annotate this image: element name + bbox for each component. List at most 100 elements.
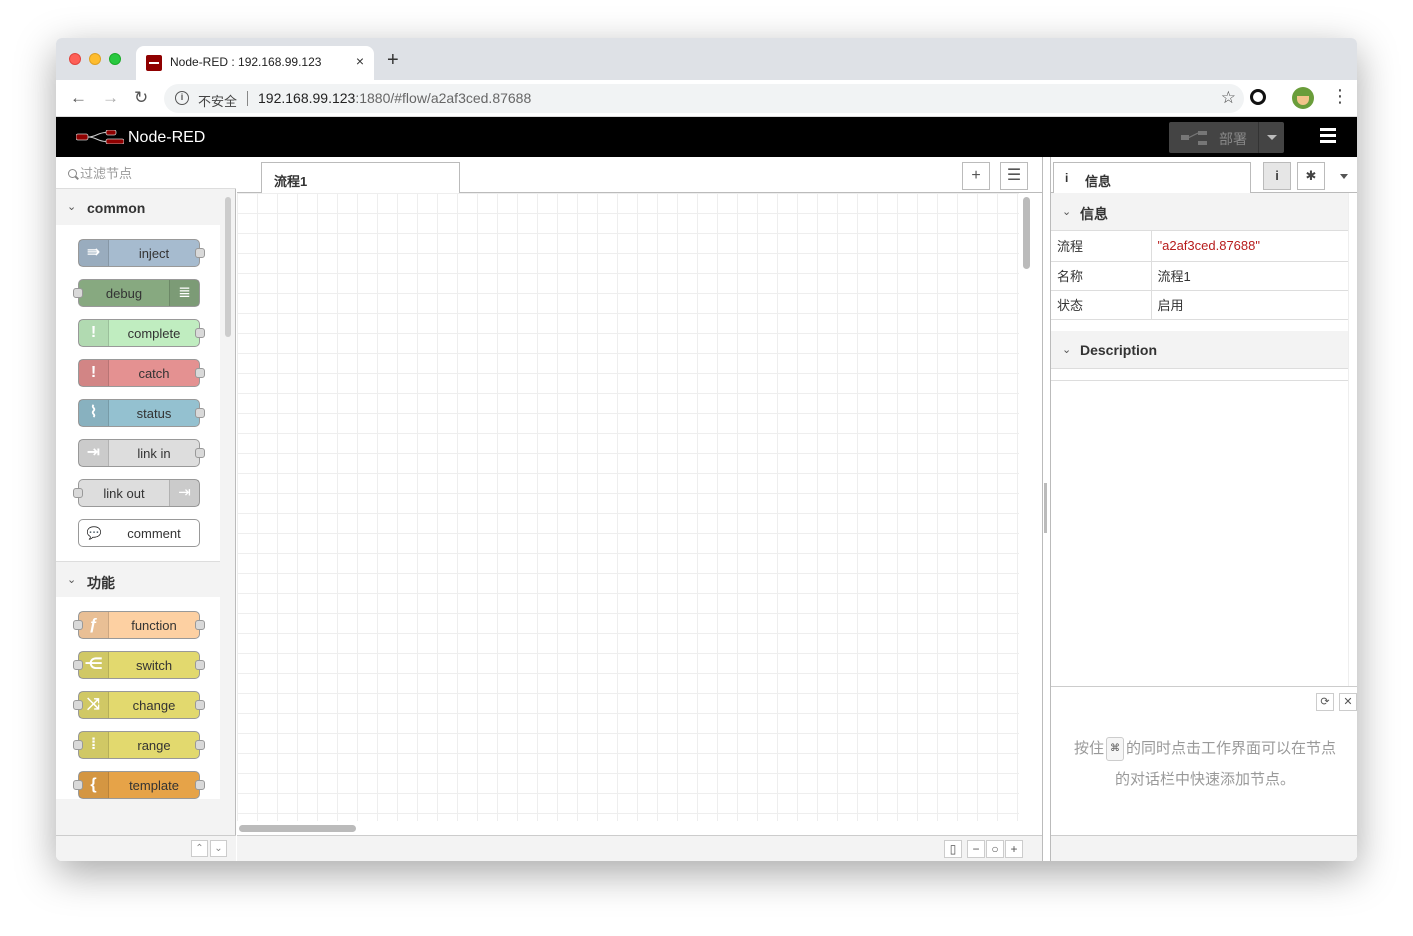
description-section-header[interactable]: ⌄ Description (1051, 330, 1348, 369)
input-port (73, 488, 83, 498)
site-info-icon[interactable]: i (175, 91, 189, 105)
close-tip-icon[interactable]: ✕ (1339, 693, 1357, 711)
browser-menu-icon[interactable]: ⋮ (1331, 86, 1349, 106)
collapse-all-icon[interactable]: ⌃ (191, 840, 208, 857)
sidebar-tabs-dropdown-icon[interactable] (1340, 174, 1348, 179)
forward-arrow-icon[interactable]: → (102, 88, 119, 108)
palette-node-range[interactable]: ⁞ range (73, 731, 205, 759)
info-value: "a2af3ced.87688" (1151, 231, 1348, 262)
palette-node-label: link out (103, 486, 145, 501)
deploy-options-caret[interactable] (1258, 122, 1284, 153)
debug-bug-icon[interactable]: ✱ (1297, 162, 1325, 190)
tip-text: 按住 ⌘ 的同时点击工作界面可以在节点的对话栏中快速添加节点。 (1069, 733, 1341, 795)
info-table: 流程 "a2af3ced.87688" 名称 流程1 状态 启用 (1051, 231, 1348, 320)
palette-node-catch[interactable]: ! catch (78, 359, 205, 387)
node-red-favicon-icon (146, 55, 162, 71)
close-window-button[interactable] (69, 53, 81, 65)
info-section-label: 信息 (1080, 206, 1108, 222)
output-port (195, 780, 205, 790)
input-port (73, 288, 83, 298)
chevron-down-icon: ⌄ (1062, 343, 1072, 356)
flow-canvas[interactable] (237, 193, 1019, 821)
deploy-button[interactable]: 部署 (1169, 122, 1284, 153)
browser-window: Node-RED : 192.168.99.123 × + ← → ↻ i 不安… (56, 38, 1357, 861)
palette-category-header[interactable]: ⌄ 功能 (56, 561, 220, 597)
zoom-reset-icon[interactable]: ○ (986, 840, 1004, 858)
extension-circle-icon[interactable] (1250, 89, 1266, 105)
palette-node-label: status (136, 406, 172, 421)
navigator-map-icon[interactable]: ▯ (944, 840, 962, 858)
palette-footer: ⌃ ⌄ (56, 835, 236, 861)
palette-category-label: common (87, 200, 146, 216)
input-port (73, 780, 83, 790)
palette-node-inject[interactable]: ⇛ inject (78, 239, 205, 267)
reload-icon[interactable]: ↻ (134, 88, 148, 108)
workspace-footer: ▯ − ○ + (237, 835, 1042, 861)
palette-node-link-in[interactable]: ⇥ link in (78, 439, 205, 467)
url-omnibox[interactable]: i 不安全 192.168.99.123:1880/#flow/a2af3ced… (164, 84, 1244, 113)
palette-category-nodes: ⇛ inject ≣ debug ! complete ! catch ⌇ status ⇥ link… (56, 225, 220, 561)
palette-node-link-out[interactable]: ⇥ link out (73, 479, 200, 507)
zoom-out-icon[interactable]: − (967, 840, 985, 858)
palette-node-comment[interactable]: 💬 comment (78, 519, 200, 547)
app-title: Node-RED (128, 129, 206, 146)
sidebar-footer (1051, 835, 1357, 861)
flow-tab-label: 流程1 (274, 174, 308, 189)
sidebar-tabs: i 信息 i ✱ (1051, 157, 1357, 194)
browser-tab-title: Node-RED : 192.168.99.123 (170, 55, 322, 69)
bookmark-star-icon[interactable]: ☆ (1221, 88, 1236, 108)
palette-node-status[interactable]: ⌇ status (78, 399, 205, 427)
add-flow-button[interactable]: + (962, 162, 990, 190)
close-tab-icon[interactable]: × (356, 53, 364, 69)
new-tab-button[interactable]: + (387, 50, 399, 70)
palette-category-nodes: ƒ function ⋲ switch ⤨ change ⁞ range {template (56, 597, 220, 799)
security-label[interactable]: 不安全 (198, 91, 237, 110)
input-port (73, 740, 83, 750)
output-port (195, 408, 205, 418)
address-bar: ← → ↻ i 不安全 192.168.99.123:1880/#flow/a2… (56, 80, 1357, 117)
table-row: 状态 启用 (1051, 290, 1348, 320)
minimize-window-button[interactable] (89, 53, 101, 65)
canvas-vertical-scrollbar[interactable] (1023, 197, 1030, 269)
refresh-tip-icon[interactable]: ⟳ (1316, 693, 1334, 711)
palette-node-complete[interactable]: ! complete (78, 319, 205, 347)
flow-list-icon[interactable]: ☰ (1000, 162, 1028, 190)
maximize-window-button[interactable] (109, 53, 121, 65)
palette-filter-input[interactable] (80, 164, 220, 182)
tab-flow-1[interactable]: 流程1 (261, 162, 460, 194)
output-port (195, 660, 205, 670)
back-arrow-icon[interactable]: ← (70, 88, 87, 108)
output-port (195, 620, 205, 630)
browser-tab[interactable]: Node-RED : 192.168.99.123 × (136, 46, 374, 80)
main-menu-icon[interactable] (1320, 128, 1336, 143)
table-row: 名称 流程1 (1051, 261, 1348, 291)
zoom-in-icon[interactable]: + (1005, 840, 1023, 858)
search-icon (68, 169, 77, 178)
info-tab-icon[interactable]: i (1263, 162, 1291, 190)
palette-node-change[interactable]: ⤨ change (73, 691, 205, 719)
info-key: 名称 (1051, 261, 1152, 291)
url-separator (247, 91, 248, 106)
info-panel: ⌄ 信息 流程 "a2af3ced.87688" 名称 流程1 状态 启用 ⌄ … (1051, 193, 1348, 686)
palette-node-function[interactable]: ƒ function (73, 611, 205, 639)
palette-node-debug[interactable]: ≣ debug (73, 279, 200, 307)
palette-node-template[interactable]: {template (73, 771, 205, 799)
info-key: 状态 (1051, 290, 1152, 320)
sidebar-splitter[interactable] (1042, 157, 1050, 861)
output-port (195, 448, 205, 458)
url-path: :1880/#flow/a2af3ced.87688 (355, 90, 532, 106)
palette-category-header[interactable]: ⌄ common (56, 189, 220, 225)
input-port (73, 660, 83, 670)
palette-scrollbar[interactable] (225, 197, 231, 337)
tab-info[interactable]: i 信息 (1053, 162, 1251, 194)
range-icon: ⁞ (79, 732, 109, 758)
sidebar-scroll-track[interactable] (1348, 193, 1357, 686)
palette-node-switch[interactable]: ⋲ switch (73, 651, 205, 679)
expand-all-icon[interactable]: ⌄ (210, 840, 227, 857)
profile-avatar[interactable] (1292, 87, 1314, 109)
palette-node-label: template (129, 778, 179, 793)
info-section-header[interactable]: ⌄ 信息 (1051, 193, 1348, 231)
url-text[interactable]: 192.168.99.123:1880/#flow/a2af3ced.87688 (258, 90, 531, 106)
canvas-horizontal-scrollbar[interactable] (239, 825, 356, 832)
deploy-flow-icon (1181, 131, 1207, 145)
